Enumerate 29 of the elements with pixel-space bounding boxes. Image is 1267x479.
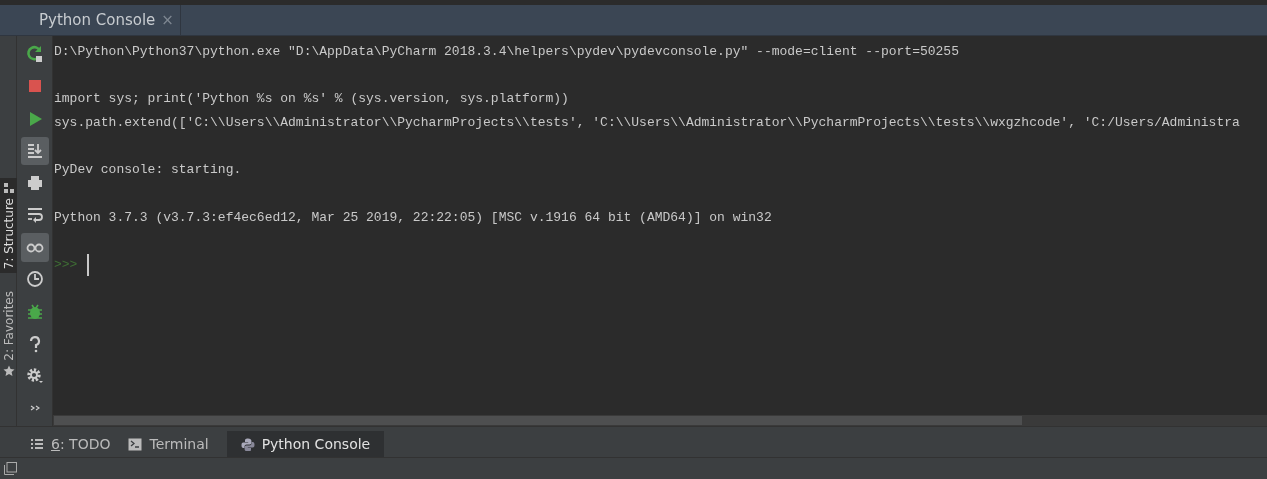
rerun-icon xyxy=(25,45,44,64)
scroll-to-end-button[interactable] xyxy=(20,136,49,166)
side-tab[interactable]: 2: Favorites xyxy=(0,287,17,382)
horizontal-scrollbar[interactable] xyxy=(53,415,1267,426)
console-line: D:\Python\Python37\python.exe "D:\AppData\PyCharm 2018.3.4\helpers\pydev\pydevconsole.py" --mode=client --port=50255 xyxy=(54,43,959,61)
python-logo-icon xyxy=(240,437,255,451)
tool-window-title[interactable]: Python Console xyxy=(39,8,156,32)
console-line: Python 3.7.3 (v3.7.3:ef4ec6ed12, Mar 25 2019, 22:22:05) [MSC v.1916 64 bit (AMD64)] on win32 xyxy=(54,208,772,227)
side-tab[interactable]: 7: Structure xyxy=(0,178,17,274)
scroll-to-end-icon xyxy=(25,141,44,160)
tool-window-tab[interactable]: Python Console xyxy=(226,431,385,457)
tool-windows-icon[interactable] xyxy=(4,462,17,475)
more-icon xyxy=(29,405,40,412)
console-line: sys.path.extend(['C:\\Users\\Administrator\\PycharmProjects\\tests', 'C:\\Users\\Administrator\\PycharmProjects\\tests\\wxgzhcode', 'C:/Users/Administra xyxy=(54,114,1240,133)
tool-window-tab[interactable]: 6: TODO xyxy=(30,431,129,457)
settings-icon xyxy=(25,367,44,385)
console-prompt: >>> xyxy=(54,256,78,275)
soft-wrap-icon xyxy=(25,206,44,225)
structure-icon xyxy=(2,182,15,194)
tool-window-tab[interactable]: Terminal xyxy=(128,431,227,457)
text-cursor xyxy=(87,254,90,277)
glasses-button[interactable] xyxy=(20,233,49,262)
list-icon xyxy=(30,437,44,451)
terminal-icon xyxy=(128,437,143,451)
console-line: import sys; print('Python %s on %s' % (sys.version, sys.platform)) xyxy=(54,90,569,109)
console-line: PyDev console: starting. xyxy=(54,161,242,180)
star-icon xyxy=(2,365,15,378)
bug-icon xyxy=(25,302,44,321)
clock-icon xyxy=(25,270,44,289)
